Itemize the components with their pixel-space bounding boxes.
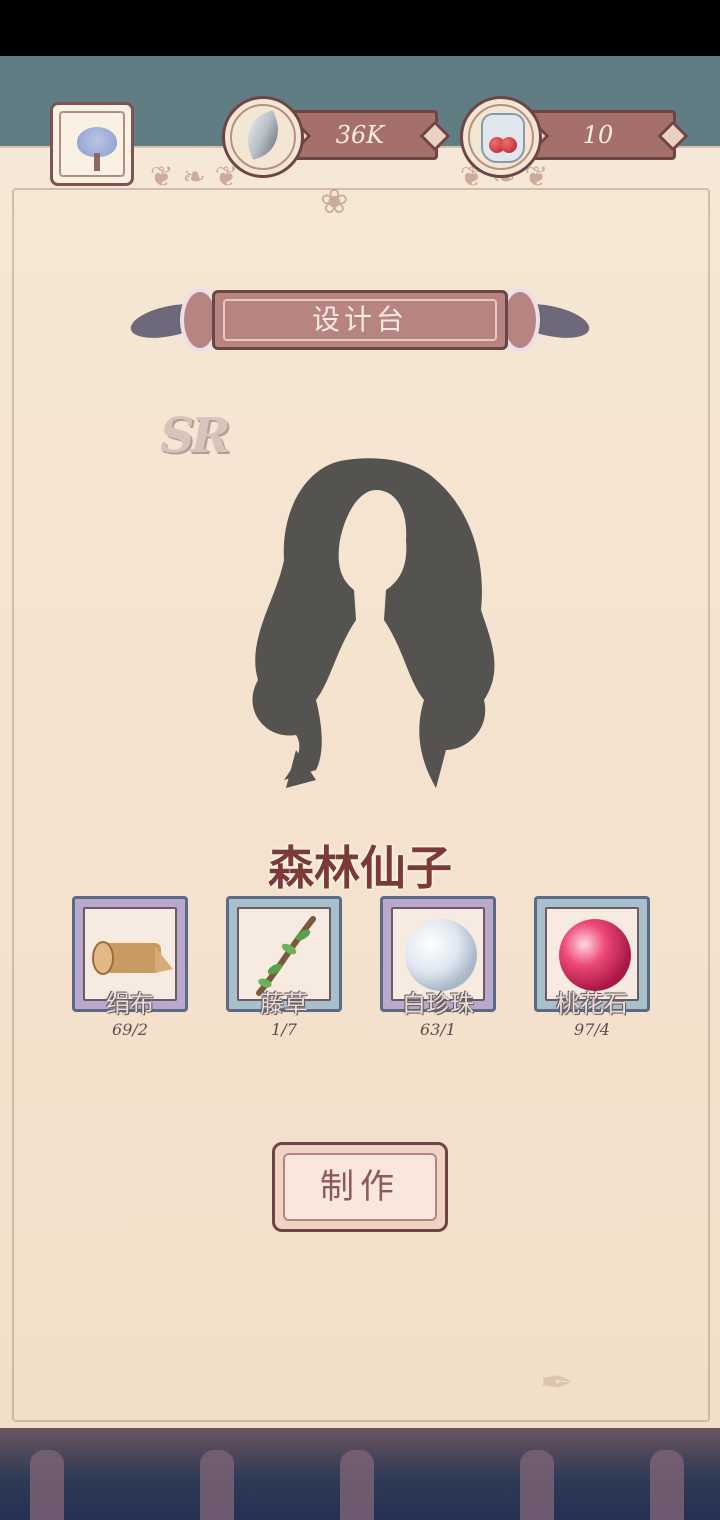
- page-title: 设计台: [311, 303, 408, 336]
- ornament-center-icon: ❀: [320, 182, 349, 222]
- material-name: 藤草: [260, 990, 308, 1018]
- make-button[interactable]: 制作: [272, 1142, 448, 1232]
- berry-count: 10: [582, 121, 614, 149]
- material-item[interactable]: 藤草 1/7: [226, 896, 342, 1039]
- materials-list: 绢布 69/2 藤草 1/7 白珍珠 63/1 桃花石 97/4: [72, 896, 652, 1056]
- material-item[interactable]: 白珍珠 63/1: [380, 896, 496, 1039]
- material-count: 63/1: [420, 1020, 456, 1039]
- material-name: 白珍珠: [402, 990, 474, 1018]
- material-item[interactable]: 桃花石 97/4: [534, 896, 650, 1039]
- material-count: 69/2: [112, 1020, 148, 1039]
- outfit-silhouette[interactable]: [236, 450, 506, 790]
- feather-resource[interactable]: 36K: [222, 96, 442, 178]
- design-name: 森林仙子: [268, 841, 452, 895]
- make-button-label: 制作: [320, 1167, 400, 1207]
- rarity-badge: SR: [160, 408, 231, 464]
- material-count: 1/7: [271, 1020, 297, 1039]
- material-item[interactable]: 绢布 69/2: [72, 896, 188, 1039]
- tree-button[interactable]: [50, 102, 134, 186]
- material-count: 97/4: [574, 1020, 610, 1039]
- berry-jar-icon: [481, 113, 525, 163]
- ornament-left-icon: ❦ ❧ ❦: [150, 160, 239, 193]
- material-name: 桃花石: [556, 990, 628, 1018]
- feather-count: 36K: [335, 121, 385, 149]
- title-banner: 设计台: [127, 286, 593, 356]
- material-name: 绢布: [106, 990, 154, 1018]
- feather-decoration-icon: ✒: [540, 1360, 574, 1406]
- berry-resource[interactable]: 10: [460, 96, 680, 178]
- status-bar: [0, 0, 720, 56]
- bottom-scenery: [0, 1428, 720, 1520]
